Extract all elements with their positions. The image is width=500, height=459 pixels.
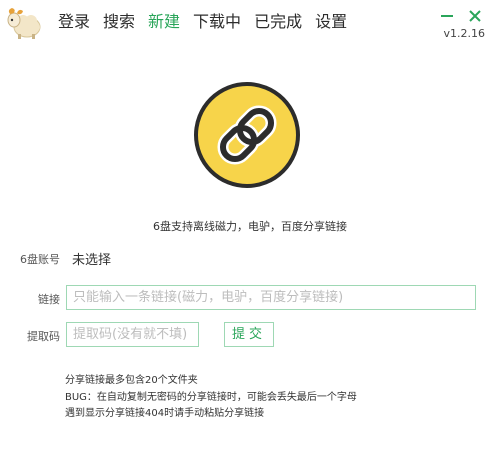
note-item: 遇到显示分享链接404时请手动粘贴分享链接: [65, 408, 265, 419]
header: 登录 搜索 新建 下载中 已完成 设置 v1.2.16: [0, 0, 500, 45]
link-icon: [217, 105, 277, 165]
nav-search[interactable]: 搜索: [103, 11, 135, 33]
sheep-logo-icon: [5, 3, 43, 41]
note-item: 分享链接最多包含20个文件夹: [65, 375, 198, 386]
close-icon[interactable]: [468, 9, 482, 23]
nav-completed[interactable]: 已完成: [254, 11, 302, 33]
link-label: 链接: [38, 293, 60, 306]
nav-new[interactable]: 新建: [148, 11, 180, 33]
link-input[interactable]: [66, 285, 476, 310]
nav-downloading[interactable]: 下载中: [193, 11, 241, 33]
nav-login[interactable]: 登录: [58, 11, 90, 33]
submit-button[interactable]: 提交: [224, 322, 274, 347]
hero-subtitle: 6盘支持离线磁力，电驴，百度分享链接: [153, 220, 347, 233]
minimize-icon[interactable]: [440, 9, 454, 23]
app-window: 登录 搜索 新建 下载中 已完成 设置 v1.2.16 6盘支持离线磁力，电驴，…: [0, 0, 500, 459]
code-label: 提取码: [27, 330, 60, 343]
extraction-code-input[interactable]: [66, 322, 199, 347]
notes: 分享链接最多包含20个文件夹 BUG：在自动复制无密码的分享链接时，可能会丢失最…: [65, 373, 357, 423]
account-value[interactable]: 未选择: [72, 249, 111, 268]
version-label: v1.2.16: [443, 27, 486, 40]
hero-circle: [194, 82, 300, 188]
window-controls: [440, 9, 482, 23]
account-label: 6盘账号: [20, 253, 60, 266]
note-item: BUG：在自动复制无密码的分享链接时，可能会丢失最后一个字母: [65, 391, 357, 403]
nav-settings[interactable]: 设置: [315, 11, 347, 33]
main-nav: 登录 搜索 新建 下载中 已完成 设置: [58, 11, 360, 33]
